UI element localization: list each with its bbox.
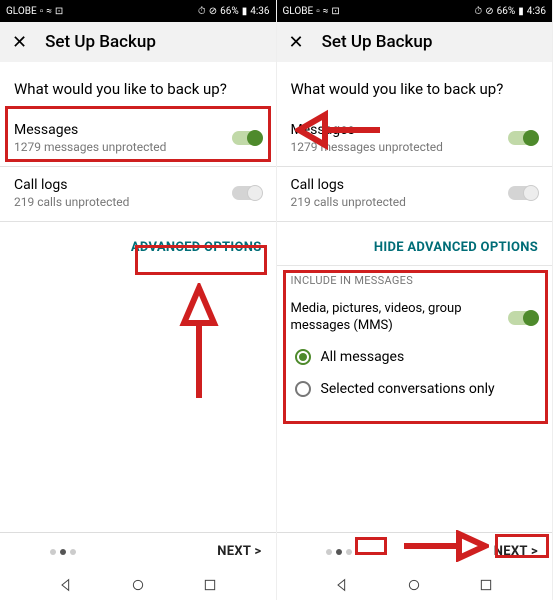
messages-subtitle: 1279 messages unprotected [291,140,509,154]
alarm-icon: ⏱ [474,6,482,17]
bottom-bar: NEXT > [0,532,276,570]
hide-advanced-options-link[interactable]: HIDE ADVANCED OPTIONS [277,222,553,265]
carrier-label: GLOBE [283,6,314,17]
messages-toggle[interactable] [508,131,538,145]
android-nav-bar [0,570,276,600]
messages-title: Messages [14,122,232,138]
battery-icon: ▮ [518,6,524,17]
radio-all-label: All messages [321,349,405,365]
dot-active [60,549,66,555]
dot [346,549,352,555]
messages-toggle[interactable] [232,131,262,145]
messages-title: Messages [291,122,509,138]
dot-active [336,549,342,555]
cast-icon: ⊡ [55,6,63,17]
subtitle-label: What would you like to back up? [0,62,276,112]
app-header: ✕ Set Up Backup [277,22,553,62]
recent-icon[interactable] [202,577,218,593]
mute-icon: ⊘ [209,6,217,17]
calllogs-subtitle: 219 calls unprotected [291,195,509,209]
mms-row[interactable]: Media, pictures, videos, group messages … [291,295,539,341]
close-button[interactable]: ✕ [289,32,304,53]
calllogs-title: Call logs [291,177,509,193]
back-icon[interactable] [58,577,74,593]
carrier-label: GLOBE [6,6,37,17]
dot [70,549,76,555]
calllogs-subtitle: 219 calls unprotected [14,195,232,209]
radio-all-messages[interactable]: All messages [291,341,539,373]
radio-selected-label: Selected conversations only [321,381,495,397]
wifi-icon: ≈ [323,6,329,17]
page-dots [50,549,76,555]
cast-icon: ⊡ [331,6,339,17]
messages-row[interactable]: Messages 1279 messages unprotected [277,112,553,167]
battery-icon: ▮ [242,6,248,17]
signal-icon: ▫ [316,6,320,17]
battery-pct: 66% [497,6,516,17]
mute-icon: ⊘ [485,6,493,17]
advanced-section-label: INCLUDE IN MESSAGES [291,274,539,287]
calllogs-toggle[interactable] [232,186,262,200]
calllogs-row[interactable]: Call logs 219 calls unprotected [0,167,276,222]
calllogs-toggle[interactable] [508,186,538,200]
phone-right: GLOBE ▫ ≈ ⊡ ⏱ ⊘ 66% ▮ 4:36 ✕ Set Up Back… [277,0,553,600]
status-bar: GLOBE ▫ ≈ ⊡ ⏱ ⊘ 66% ▮ 4:36 [0,0,276,22]
status-bar: GLOBE ▫ ≈ ⊡ ⏱ ⊘ 66% ▮ 4:36 [277,0,553,22]
close-button[interactable]: ✕ [12,32,27,53]
home-icon[interactable] [406,577,422,593]
recent-icon[interactable] [478,577,494,593]
advanced-options-link[interactable]: ADVANCED OPTIONS [0,222,276,265]
dot [326,549,332,555]
app-header: ✕ Set Up Backup [0,22,276,62]
wifi-icon: ≈ [46,6,52,17]
battery-pct: 66% [220,6,239,17]
next-button[interactable]: NEXT > [494,544,538,559]
radio-icon [295,381,311,397]
messages-subtitle: 1279 messages unprotected [14,140,232,154]
next-button[interactable]: NEXT > [217,544,261,559]
back-icon[interactable] [334,577,350,593]
subtitle-label: What would you like to back up? [277,62,553,112]
signal-icon: ▫ [40,6,44,17]
content-area: What would you like to back up? Messages… [277,62,553,532]
android-nav-bar [277,570,553,600]
calllogs-title: Call logs [14,177,232,193]
radio-selected-conversations[interactable]: Selected conversations only [291,373,539,405]
clock: 4:36 [250,6,269,17]
page-dots [326,549,352,555]
messages-row[interactable]: Messages 1279 messages unprotected [0,112,276,167]
mms-description: Media, pictures, videos, group messages … [291,301,501,335]
page-title: Set Up Backup [322,32,433,52]
bottom-bar: NEXT > [277,532,553,570]
radio-icon [295,349,311,365]
phone-left: GLOBE ▫ ≈ ⊡ ⏱ ⊘ 66% ▮ 4:36 ✕ Set Up Back… [0,0,277,600]
home-icon[interactable] [130,577,146,593]
calllogs-row[interactable]: Call logs 219 calls unprotected [277,167,553,222]
alarm-icon: ⏱ [198,6,206,17]
mms-toggle[interactable] [508,311,538,325]
dot [50,549,56,555]
clock: 4:36 [527,6,546,17]
page-title: Set Up Backup [45,32,156,52]
content-area: What would you like to back up? Messages… [0,62,276,532]
advanced-section: INCLUDE IN MESSAGES Media, pictures, vid… [277,265,553,415]
